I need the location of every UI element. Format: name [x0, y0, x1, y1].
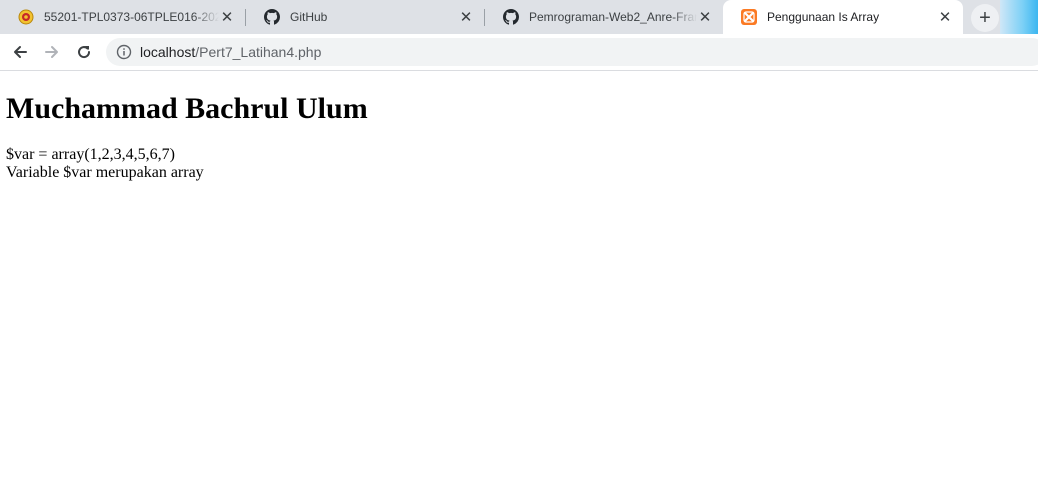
tab-title: 55201-TPL0373-06TPLE016-2020: [44, 10, 219, 24]
new-tab-button[interactable]: +: [971, 4, 999, 32]
window-background: [1000, 0, 1038, 34]
github-icon: [264, 9, 280, 25]
browser-toolbar: localhost/Pert7_Latihan4.php: [0, 34, 1038, 71]
tab-pemrograman-web2[interactable]: Pemrograman-Web2_Anre-Franc ✕: [485, 0, 723, 34]
tab-title: Pemrograman-Web2_Anre-Franc: [529, 10, 697, 24]
result-text: Variable $var merupakan array: [6, 164, 204, 181]
university-logo-icon: [18, 9, 34, 25]
tab-title: GitHub: [290, 10, 328, 24]
close-icon[interactable]: ✕: [937, 9, 953, 25]
tab-penggunaan-is-array[interactable]: Penggunaan Is Array ✕: [723, 0, 963, 34]
github-icon: [503, 9, 519, 25]
back-button[interactable]: [6, 38, 34, 66]
tab-strip: 55201-TPL0373-06TPLE016-2020 ✕ GitHub ✕ …: [0, 0, 1038, 34]
address-bar[interactable]: localhost/Pert7_Latihan4.php: [106, 38, 1038, 66]
close-icon[interactable]: ✕: [697, 9, 713, 25]
url-text[interactable]: localhost/Pert7_Latihan4.php: [140, 44, 321, 60]
info-icon[interactable]: [116, 44, 132, 60]
arrow-left-icon: [14, 46, 27, 58]
page-content: Muchammad Bachrul Ulum $var = array(1,2,…: [6, 71, 1038, 182]
close-icon[interactable]: ✕: [219, 9, 235, 25]
reload-button[interactable]: [70, 38, 98, 66]
page-heading: Muchammad Bachrul Ulum: [6, 92, 368, 125]
tab-title: Penggunaan Is Array: [767, 10, 880, 24]
reload-icon: [78, 46, 91, 59]
arrow-right-icon: [45, 46, 58, 58]
tab-course[interactable]: 55201-TPL0373-06TPLE016-2020 ✕: [0, 0, 245, 34]
xampp-icon: [741, 9, 757, 25]
forward-button[interactable]: [38, 38, 66, 66]
url-path: /Pert7_Latihan4.php: [195, 44, 322, 60]
array-definition-text: $var = array(1,2,3,4,5,6,7): [6, 146, 175, 163]
close-icon[interactable]: ✕: [458, 9, 474, 25]
tab-github[interactable]: GitHub ✕: [246, 0, 484, 34]
url-host: localhost: [140, 44, 196, 60]
plus-icon: +: [979, 6, 991, 29]
